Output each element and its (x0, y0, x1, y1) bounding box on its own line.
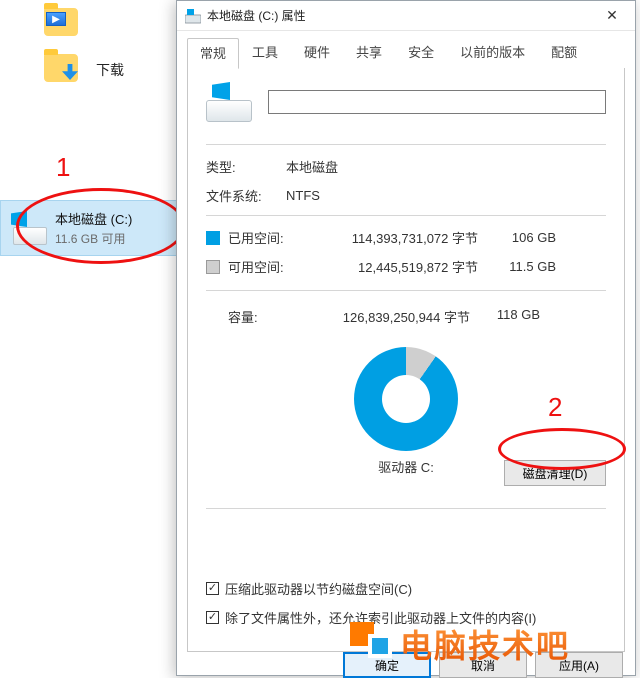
folder-icon (44, 54, 78, 82)
separator (206, 144, 606, 145)
free-gb: 11.5 GB (486, 259, 556, 274)
explorer-pane: ▶ 下载 本地磁盘 (C:) 11.6 GB 可用 (0, 0, 190, 677)
watermark-icon (350, 622, 394, 666)
disk-cleanup-label: 磁盘清理(D) (523, 465, 588, 482)
free-label: 可用空间: (228, 257, 310, 276)
tab-general[interactable]: 常规 (187, 38, 239, 69)
space-grid: 已用空间: 114,393,731,072 字节 106 GB 可用空间: 12… (206, 228, 606, 276)
capacity-gb: 118 GB (470, 307, 540, 326)
tab-security[interactable]: 安全 (395, 37, 447, 68)
usage-donut-chart (354, 347, 458, 451)
drive-title: 本地磁盘 (C:) (55, 209, 181, 228)
compress-label: 压缩此驱动器以节约磁盘空间(C) (225, 579, 412, 598)
used-bytes: 114,393,731,072 字节 (318, 228, 478, 247)
tab-previous-versions[interactable]: 以前的版本 (447, 37, 538, 68)
disk-cleanup-button[interactable]: 磁盘清理(D) (504, 460, 606, 486)
tab-tools[interactable]: 工具 (239, 37, 291, 68)
free-bytes: 12,445,519,872 字节 (318, 257, 478, 276)
dialog-title: 本地磁盘 (C:) 属性 (207, 7, 306, 24)
checkbox-icon (206, 611, 219, 624)
used-swatch-icon (206, 231, 220, 245)
tab-quota[interactable]: 配额 (538, 37, 590, 68)
tab-hardware[interactable]: 硬件 (291, 37, 343, 68)
compress-checkbox[interactable]: 压缩此驱动器以节约磁盘空间(C) (206, 579, 606, 598)
type-label: 类型: (206, 157, 286, 176)
filesystem-label: 文件系统: (206, 186, 286, 205)
capacity-label: 容量: (206, 307, 310, 326)
separator (206, 215, 606, 216)
used-gb: 106 GB (486, 230, 556, 245)
drive-hero-icon (206, 82, 252, 122)
video-icon: ▶ (46, 12, 66, 26)
watermark-text: 电脑技术吧 (400, 621, 570, 667)
separator (206, 508, 606, 509)
watermark: 电脑技术吧 (350, 614, 570, 674)
used-label: 已用空间: (228, 228, 310, 247)
close-button[interactable]: ✕ (589, 1, 635, 31)
drive-subtitle: 11.6 GB 可用 (55, 230, 181, 247)
drive-name-input[interactable] (268, 90, 606, 114)
folder-downloads[interactable]: 下载 (0, 50, 190, 90)
titlebar: 本地磁盘 (C:) 属性 ✕ (177, 1, 635, 31)
properties-dialog: 本地磁盘 (C:) 属性 ✕ 常规 工具 硬件 共享 安全 以前的版本 配额 类… (176, 0, 636, 676)
folder-label: 下载 (96, 60, 124, 80)
drive-c-item[interactable]: 本地磁盘 (C:) 11.6 GB 可用 (0, 200, 190, 256)
drive-icon (11, 211, 47, 247)
folder-videos[interactable]: ▶ (0, 4, 190, 44)
general-panel: 类型: 本地磁盘 文件系统: NTFS 已用空间: 114,393,731,07… (187, 68, 625, 652)
type-value: 本地磁盘 (286, 157, 338, 176)
tab-sharing[interactable]: 共享 (343, 37, 395, 68)
drive-caption: 驱动器 C: (354, 457, 458, 476)
filesystem-value: NTFS (286, 188, 320, 203)
checkbox-icon (206, 582, 219, 595)
separator (206, 290, 606, 291)
drive-icon (185, 8, 201, 24)
tabstrip: 常规 工具 硬件 共享 安全 以前的版本 配额 (177, 31, 635, 68)
capacity-bytes: 126,839,250,944 字节 (310, 307, 470, 326)
free-swatch-icon (206, 260, 220, 274)
